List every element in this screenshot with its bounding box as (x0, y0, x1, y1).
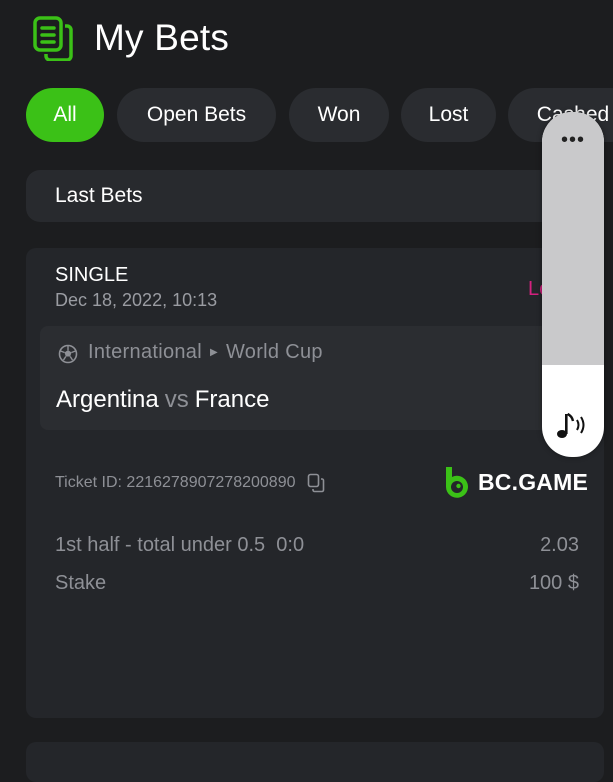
tab-lost[interactable]: Lost (401, 88, 496, 142)
next-bet-card[interactable] (26, 742, 604, 782)
ticket-id: Ticket ID: 2216278907278200890 (55, 473, 325, 493)
bet-date: Dec 18, 2022, 10:13 (55, 290, 218, 310)
bet-type: SINGLE (55, 264, 129, 286)
bet-card[interactable]: SINGLE Dec 18, 2022, 10:13 Lost Internat… (26, 248, 604, 718)
volume-slider-overlay[interactable]: ••• (542, 112, 604, 457)
tab-won[interactable]: Won (289, 88, 389, 142)
music-volume-icon[interactable] (555, 409, 591, 441)
document-list-icon (33, 16, 73, 61)
away-team: France (194, 386, 270, 413)
page-title: My Bets (94, 17, 230, 58)
more-dots-icon[interactable]: ••• (542, 130, 604, 150)
page-header: My Bets (32, 14, 229, 62)
selection-score: 0:0 (276, 534, 305, 556)
stake-label: Stake (55, 572, 107, 594)
selection-odds: 2.03 (540, 534, 579, 556)
tab-all[interactable]: All (26, 88, 104, 142)
section-label: Last Bets (55, 184, 143, 207)
home-team: Argentina (56, 386, 159, 413)
bet-filter-tabs: All Open Bets Won Lost Cashed (26, 88, 613, 142)
selection-label: 1st half - total under 0.5 0:0 (55, 534, 305, 556)
stake-value: 100 $ (528, 572, 579, 594)
league-breadcrumb: International ▶ World Cup (88, 341, 323, 364)
copy-icon[interactable] (307, 473, 325, 493)
match-info[interactable]: International ▶ World Cup Argentina vs Fra… (40, 326, 570, 430)
tab-open-bets[interactable]: Open Bets (117, 88, 276, 142)
league-competition: World Cup (225, 341, 323, 363)
vs-label: vs (164, 386, 189, 413)
caret-right-icon: ▶ (209, 347, 218, 358)
brand-logo: BC.GAME (444, 466, 588, 498)
last-bets-header[interactable]: Last Bets (26, 170, 586, 222)
ticket-id-text: Ticket ID: 2216278907278200890 (55, 474, 296, 491)
bc-game-logo-icon (446, 467, 468, 498)
league-country: International (88, 341, 202, 363)
match-teams: Argentina vs France (56, 386, 269, 414)
soccer-ball-icon (58, 344, 78, 364)
brand-name: BC.GAME (478, 468, 589, 495)
